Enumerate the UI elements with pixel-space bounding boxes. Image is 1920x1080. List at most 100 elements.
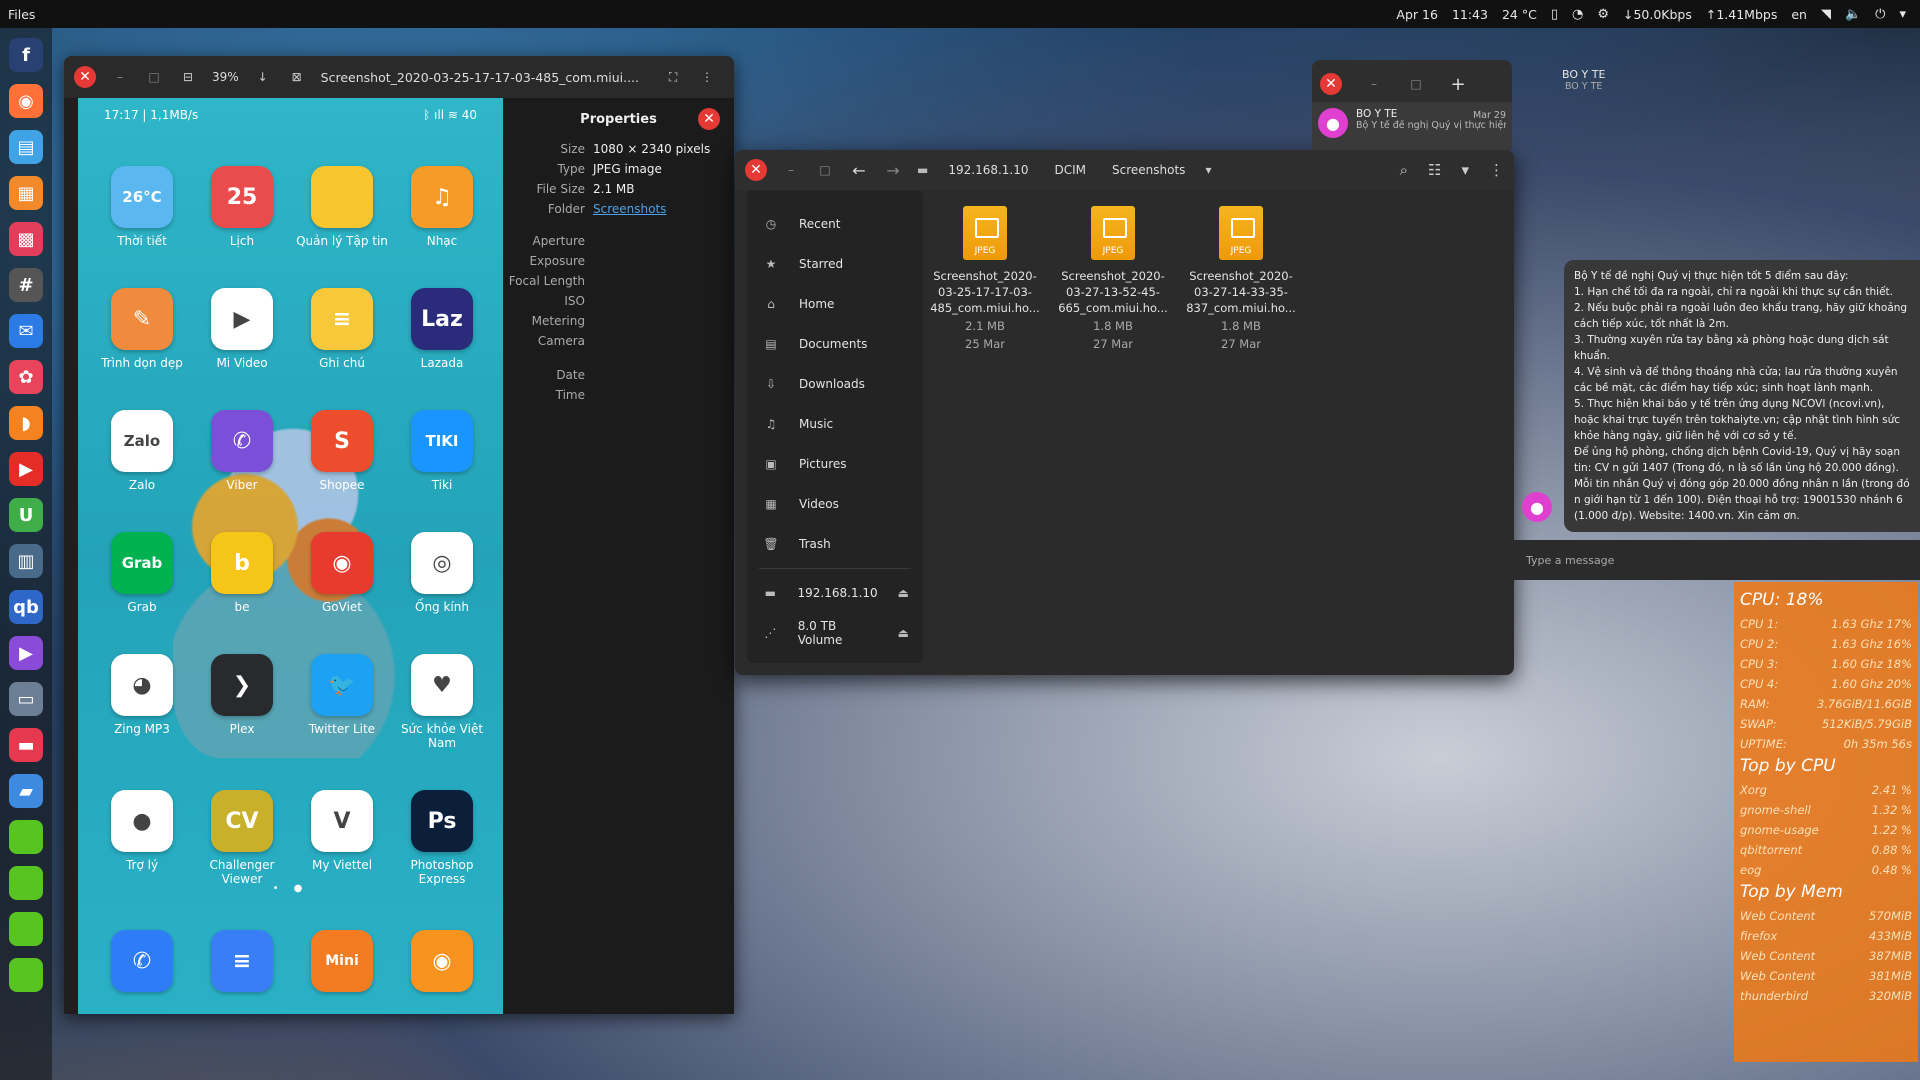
monitor-row: eog 0.48 %: [1740, 860, 1912, 880]
zoom-level[interactable]: 39%: [212, 70, 239, 84]
property-value: 2.1 MB: [593, 182, 635, 196]
phone-app-label: Zalo: [128, 478, 156, 492]
green-square-icon[interactable]: [9, 912, 43, 946]
green-square-icon[interactable]: [9, 958, 43, 992]
forward-arrow-icon[interactable]: →: [883, 161, 903, 180]
zoom-out-button[interactable]: ⊟: [178, 70, 198, 84]
green-app-icon[interactable]: U: [9, 498, 43, 532]
sidebar-mount[interactable]: ▬ 192.168.1.10 ⏏: [747, 573, 923, 613]
monitor-value: 570MiB: [1869, 909, 1912, 923]
close-properties-icon[interactable]: ✕: [698, 108, 720, 130]
green-square-icon[interactable]: [9, 866, 43, 900]
folder-icon[interactable]: ▰: [9, 774, 43, 808]
close-icon[interactable]: ✕: [1320, 73, 1342, 95]
files-icon[interactable]: ▭: [9, 682, 43, 716]
sidebar-item-starred[interactable]: ★ Starred: [747, 244, 923, 284]
volume-icon[interactable]: 🔈: [1845, 7, 1861, 22]
sidebar-item-videos[interactable]: ▦ Videos: [747, 484, 923, 524]
sidebar-divider: [759, 568, 911, 569]
store-icon[interactable]: ▦: [9, 176, 43, 210]
property-key: Folder: [547, 202, 585, 216]
menu-icon[interactable]: ⋮: [697, 70, 717, 84]
minimize-button[interactable]: –: [110, 70, 130, 84]
file-name-line: 03-27-13-52-45-: [1066, 285, 1160, 299]
firefox-icon[interactable]: ◉: [9, 84, 43, 118]
fullscreen-icon[interactable]: ⛶: [663, 70, 683, 85]
clock-date[interactable]: Apr 16: [1396, 7, 1438, 22]
viewer-header: ✕ – □ ⊟ 39% ↓ ⊠ Screenshot_2020-03-25-17…: [64, 56, 734, 98]
rss-icon[interactable]: ◗: [9, 406, 43, 440]
power-icon[interactable]: ⏻: [1875, 7, 1885, 22]
new-conversation-button[interactable]: +: [1448, 74, 1468, 95]
clock-time[interactable]: 11:43: [1452, 7, 1488, 22]
be-icon: b: [211, 532, 273, 594]
back-arrow-icon[interactable]: ←: [849, 161, 869, 180]
breadcrumb-dcim[interactable]: DCIM: [1049, 160, 1093, 180]
monitor-row: Xorg 2.41 %: [1740, 780, 1912, 800]
folder-link[interactable]: Screenshots: [593, 199, 666, 219]
sidebar-item-trash[interactable]: 🗑 Trash: [747, 524, 923, 564]
camera-icon: ◉: [411, 930, 473, 992]
image-title: Screenshot_2020-03-25-17-17-03-485_com.m…: [320, 69, 640, 85]
conversation-item[interactable]: ● BO Y TE Bộ Y tế đề nghị Quý vị thực hi…: [1312, 102, 1512, 150]
sidebar-mount[interactable]: ⋰ 8.0 TB Volume ⏏: [747, 613, 923, 653]
top-bar: Files Apr 16 11:43 24 °C ▯ ◔ ⚙ ↓50.0Kbps…: [0, 0, 1920, 28]
eject-icon[interactable]: ⏏: [898, 586, 909, 600]
calendar-icon: 25: [211, 166, 273, 228]
maximize-button[interactable]: □: [815, 163, 835, 177]
phone-app-label: Zing MP3: [114, 722, 170, 736]
sidebar-item-recent[interactable]: ◷ Recent: [747, 204, 923, 244]
tray-icon[interactable]: ⚙: [1597, 7, 1609, 22]
file-item[interactable]: JPEG Screenshot_2020- 03-25-17-17-03- 485_c…: [930, 206, 1040, 352]
document-icon: ▤: [765, 337, 777, 351]
file-item[interactable]: JPEG Screenshot_2020- 03-27-14-33-35- 837_c…: [1186, 206, 1296, 352]
sidebar-item-music[interactable]: ♫ Music: [747, 404, 923, 444]
message-input[interactable]: Type a message: [1512, 540, 1920, 580]
calculator-icon[interactable]: ▤: [9, 130, 43, 164]
breadcrumb-root[interactable]: 192.168.1.10: [942, 160, 1034, 180]
video-icon[interactable]: ▶: [9, 636, 43, 670]
health-icon: ♥: [411, 654, 473, 716]
terminal-icon[interactable]: #: [9, 268, 43, 302]
red-app-icon[interactable]: ▬: [9, 728, 43, 762]
jpeg-file-icon: JPEG: [1091, 206, 1135, 260]
property-row: ISO: [503, 291, 734, 311]
drive-icon[interactable]: ◔: [1572, 7, 1583, 22]
file-item[interactable]: JPEG Screenshot_2020- 03-27-13-52-45- 665_c…: [1058, 206, 1168, 352]
breadcrumb-screenshots[interactable]: Screenshots: [1106, 160, 1191, 180]
phone-app-label: Ống kính: [415, 600, 469, 614]
page-indicator: • ●: [272, 883, 309, 894]
fedora-icon[interactable]: f: [9, 38, 43, 72]
thunderbird-icon[interactable]: ✉: [9, 314, 43, 348]
minimize-button[interactable]: –: [1364, 77, 1384, 91]
maximize-button[interactable]: □: [144, 70, 164, 84]
sidebar-item-documents[interactable]: ▤ Documents: [747, 324, 923, 364]
wifi-icon[interactable]: ◥: [1821, 7, 1831, 22]
zoom-fit-button[interactable]: ⊠: [287, 70, 307, 84]
green-square-icon[interactable]: [9, 820, 43, 854]
maximize-button[interactable]: □: [1406, 77, 1426, 91]
minimize-button[interactable]: –: [781, 163, 801, 177]
qbittorrent-icon[interactable]: qb: [9, 590, 43, 624]
chevron-down-icon[interactable]: ▾: [1899, 7, 1906, 22]
eject-icon[interactable]: ⏏: [898, 626, 909, 640]
puzzle-icon[interactable]: ▩: [9, 222, 43, 256]
sidebar-item-downloads[interactable]: ⇩ Downloads: [747, 364, 923, 404]
phone-icon[interactable]: ▯: [1551, 7, 1558, 22]
monitor-icon[interactable]: ▥: [9, 544, 43, 578]
zoom-menu-chevron-icon[interactable]: ↓: [253, 70, 273, 84]
sidebar-item-home[interactable]: ⌂ Home: [747, 284, 923, 324]
breadcrumb-menu-chevron-icon[interactable]: ▾: [1205, 163, 1211, 177]
viber-icon: ✆: [211, 410, 273, 472]
assistant-icon: ●: [111, 790, 173, 852]
youtube-icon[interactable]: ▶: [9, 452, 43, 486]
close-icon[interactable]: ✕: [74, 66, 96, 88]
sidebar-item-pictures[interactable]: ▣ Pictures: [747, 444, 923, 484]
close-icon[interactable]: ✕: [745, 159, 767, 181]
file-manager-icon: [311, 166, 373, 228]
chrome-icon[interactable]: ✿: [9, 360, 43, 394]
phone-app: ❯ Plex: [192, 654, 292, 750]
monitor-value: 387MiB: [1869, 949, 1912, 963]
activities-app-name[interactable]: Files: [8, 7, 35, 22]
language-indicator[interactable]: en: [1791, 7, 1807, 22]
